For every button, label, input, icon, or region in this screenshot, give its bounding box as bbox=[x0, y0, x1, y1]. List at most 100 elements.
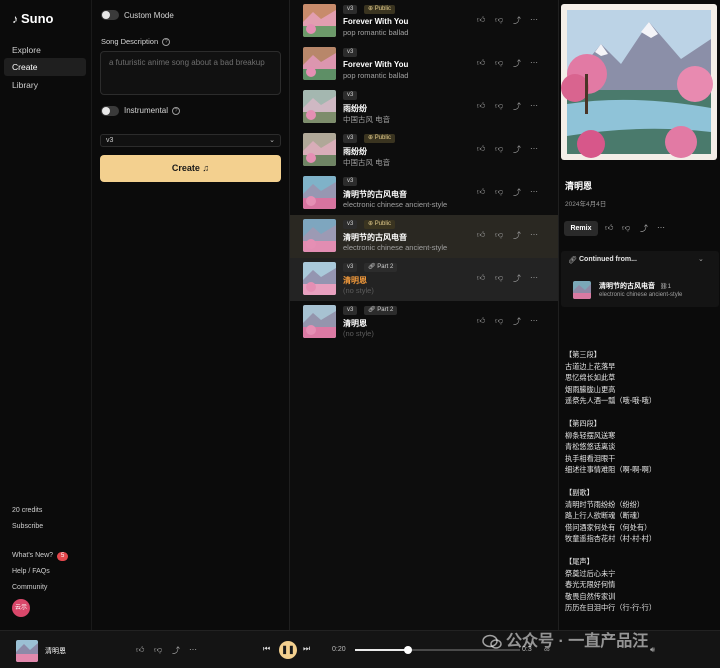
avatar[interactable]: 云示 bbox=[12, 599, 30, 617]
share-icon[interactable]: ⤴ bbox=[640, 223, 648, 234]
more-options-icon[interactable]: ⋯ bbox=[529, 101, 539, 110]
chevron-down-icon[interactable]: ⌄ bbox=[698, 255, 704, 263]
song-row[interactable]: v3 Forever With You pop romantic ballad … bbox=[290, 43, 558, 86]
song-row[interactable]: v3 🔗︎ Part 2 清明恩 (no style) 👍︎ 👎︎ ⤴ ⋯ bbox=[290, 258, 558, 301]
nav-item-explore[interactable]: Explore bbox=[4, 41, 86, 59]
thumbs-down-icon[interactable]: 👎︎ bbox=[494, 15, 504, 25]
share-icon[interactable]: ⤴ bbox=[512, 58, 522, 69]
song-thumbnail[interactable] bbox=[303, 47, 336, 80]
thumbs-down-icon[interactable]: 👎︎ bbox=[494, 101, 504, 111]
globe-icon: ⊕ bbox=[368, 221, 374, 227]
thumbs-down-icon[interactable]: 👎︎ bbox=[494, 187, 504, 197]
thumbs-down-icon[interactable]: 👎︎ bbox=[622, 223, 630, 233]
thumbs-down-icon[interactable]: 👎︎ bbox=[494, 316, 504, 326]
more-options-icon[interactable]: ⋯ bbox=[529, 273, 539, 282]
more-options-icon[interactable]: ⋯ bbox=[529, 144, 539, 153]
instrumental-toggle[interactable] bbox=[101, 106, 119, 116]
song-style: 中国古风 电音 bbox=[343, 115, 391, 124]
help-link[interactable]: Help / FAQs bbox=[12, 568, 50, 575]
song-row[interactable]: v3 ⊕ Public 雨纷纷 中国古风 电音 👍︎ 👎︎ ⤴ ⋯ bbox=[290, 129, 558, 172]
suno-logo[interactable]: ♪ Suno bbox=[12, 11, 54, 26]
song-thumbnail[interactable] bbox=[303, 262, 336, 295]
instrumental-label: Instrumental bbox=[124, 106, 169, 115]
nav-item-library[interactable]: Library bbox=[4, 76, 86, 94]
thumbs-up-icon[interactable]: 👍︎ bbox=[136, 645, 144, 655]
nav-item-create[interactable]: Create bbox=[4, 58, 86, 76]
whats-new-link[interactable]: What's New? 5 bbox=[12, 552, 69, 561]
song-thumbnail[interactable] bbox=[303, 219, 336, 252]
thumbs-down-icon[interactable]: 👎︎ bbox=[494, 273, 504, 283]
song-thumbnail[interactable] bbox=[303, 133, 336, 166]
pause-button[interactable]: ❚❚ bbox=[279, 641, 297, 659]
thumbs-up-icon[interactable]: 👍︎ bbox=[476, 230, 486, 240]
more-options-icon[interactable]: ⋯ bbox=[189, 645, 197, 654]
song-row[interactable]: v3 雨纷纷 中国古风 电音 👍︎ 👎︎ ⤴ ⋯ bbox=[290, 86, 558, 129]
volume-icon[interactable]: 🔊︎ bbox=[650, 645, 655, 655]
song-title[interactable]: Forever With You bbox=[343, 17, 408, 26]
thumbs-up-icon[interactable]: 👍︎ bbox=[605, 223, 613, 233]
more-options-icon[interactable]: ⋯ bbox=[657, 223, 665, 232]
thumbs-up-icon[interactable]: 👍︎ bbox=[476, 58, 486, 68]
help-icon[interactable]: ? bbox=[172, 106, 181, 115]
song-title[interactable]: 清明恩 bbox=[343, 275, 367, 286]
more-options-icon[interactable]: ⋯ bbox=[529, 15, 539, 24]
public-badge: ⊕ Public bbox=[364, 220, 396, 229]
share-icon[interactable]: ⤴ bbox=[512, 101, 522, 112]
help-icon[interactable]: ? bbox=[162, 38, 171, 47]
remix-button[interactable]: Remix bbox=[564, 221, 598, 236]
thumbs-up-icon[interactable]: 👍︎ bbox=[476, 187, 486, 197]
suno-logo-icon: ♪ bbox=[12, 11, 18, 26]
continued-song-title: 清明节的古风电音 ⛓︎1 bbox=[599, 281, 671, 291]
song-title[interactable]: 雨纷纷 bbox=[343, 103, 367, 114]
song-row[interactable]: v3 ⊕ Public 清明节的古风电音 electronic chinese … bbox=[290, 215, 558, 258]
song-title[interactable]: 雨纷纷 bbox=[343, 146, 367, 157]
subscribe-link[interactable]: Subscribe bbox=[12, 523, 43, 530]
thumbs-up-icon[interactable]: 👍︎ bbox=[476, 101, 486, 111]
previous-track-icon[interactable]: ⏮ bbox=[263, 644, 270, 654]
share-icon[interactable]: ⤴ bbox=[172, 645, 180, 656]
song-title[interactable]: 清明节的古风电音 bbox=[343, 232, 407, 243]
share-icon[interactable]: ⤴ bbox=[512, 187, 522, 198]
next-track-icon[interactable]: ⏭ bbox=[303, 644, 310, 654]
thumbs-up-icon[interactable]: 👍︎ bbox=[476, 273, 486, 283]
share-icon[interactable]: ⤴ bbox=[512, 273, 522, 284]
song-thumbnail[interactable] bbox=[303, 4, 336, 37]
community-link[interactable]: Community bbox=[12, 584, 47, 591]
song-title[interactable]: Forever With You bbox=[343, 60, 408, 69]
version-select[interactable]: v3 ⌄ bbox=[100, 134, 281, 147]
progress-handle[interactable] bbox=[403, 646, 412, 654]
more-options-icon[interactable]: ⋯ bbox=[529, 230, 539, 239]
share-icon[interactable]: ⤴ bbox=[512, 15, 522, 26]
create-button[interactable]: Create ♫ bbox=[100, 155, 281, 182]
song-description-input[interactable]: a futuristic anime song about a bad brea… bbox=[100, 51, 281, 95]
thumbs-down-icon[interactable]: 👎︎ bbox=[494, 144, 504, 154]
song-row[interactable]: v3 清明节的古风电音 electronic chinese ancient-s… bbox=[290, 172, 558, 215]
more-options-icon[interactable]: ⋯ bbox=[529, 58, 539, 67]
version-chip: v3 bbox=[343, 48, 358, 57]
song-row[interactable]: v3 ⊕ Public Forever With You pop romanti… bbox=[290, 0, 558, 43]
share-icon[interactable]: ⤴ bbox=[512, 316, 522, 327]
song-title[interactable]: 清明恩 bbox=[343, 318, 367, 329]
custom-mode-toggle[interactable] bbox=[101, 10, 119, 20]
song-style: 中国古风 电音 bbox=[343, 158, 391, 167]
song-description-label: Song Description bbox=[101, 37, 159, 46]
version-chip: v3 bbox=[343, 5, 358, 14]
part-badge: 🔗︎ Part 2 bbox=[364, 306, 398, 315]
share-icon[interactable]: ⤴ bbox=[512, 230, 522, 241]
share-icon[interactable]: ⤴ bbox=[512, 144, 522, 155]
continued-count: 1 bbox=[667, 284, 671, 290]
song-style: pop romantic ballad bbox=[343, 71, 409, 80]
song-thumbnail[interactable] bbox=[303, 90, 336, 123]
thumbs-down-icon[interactable]: 👎︎ bbox=[494, 58, 504, 68]
thumbs-up-icon[interactable]: 👍︎ bbox=[476, 15, 486, 25]
song-thumbnail[interactable] bbox=[303, 305, 336, 338]
thumbs-up-icon[interactable]: 👍︎ bbox=[476, 144, 486, 154]
thumbs-down-icon[interactable]: 👎︎ bbox=[154, 645, 162, 655]
more-options-icon[interactable]: ⋯ bbox=[529, 316, 539, 325]
thumbs-up-icon[interactable]: 👍︎ bbox=[476, 316, 486, 326]
song-thumbnail[interactable] bbox=[303, 176, 336, 209]
song-title[interactable]: 清明节的古风电音 bbox=[343, 189, 407, 200]
thumbs-down-icon[interactable]: 👎︎ bbox=[494, 230, 504, 240]
more-options-icon[interactable]: ⋯ bbox=[529, 187, 539, 196]
song-row[interactable]: v3 🔗︎ Part 2 清明恩 (no style) 👍︎ 👎︎ ⤴ ⋯ bbox=[290, 301, 558, 344]
